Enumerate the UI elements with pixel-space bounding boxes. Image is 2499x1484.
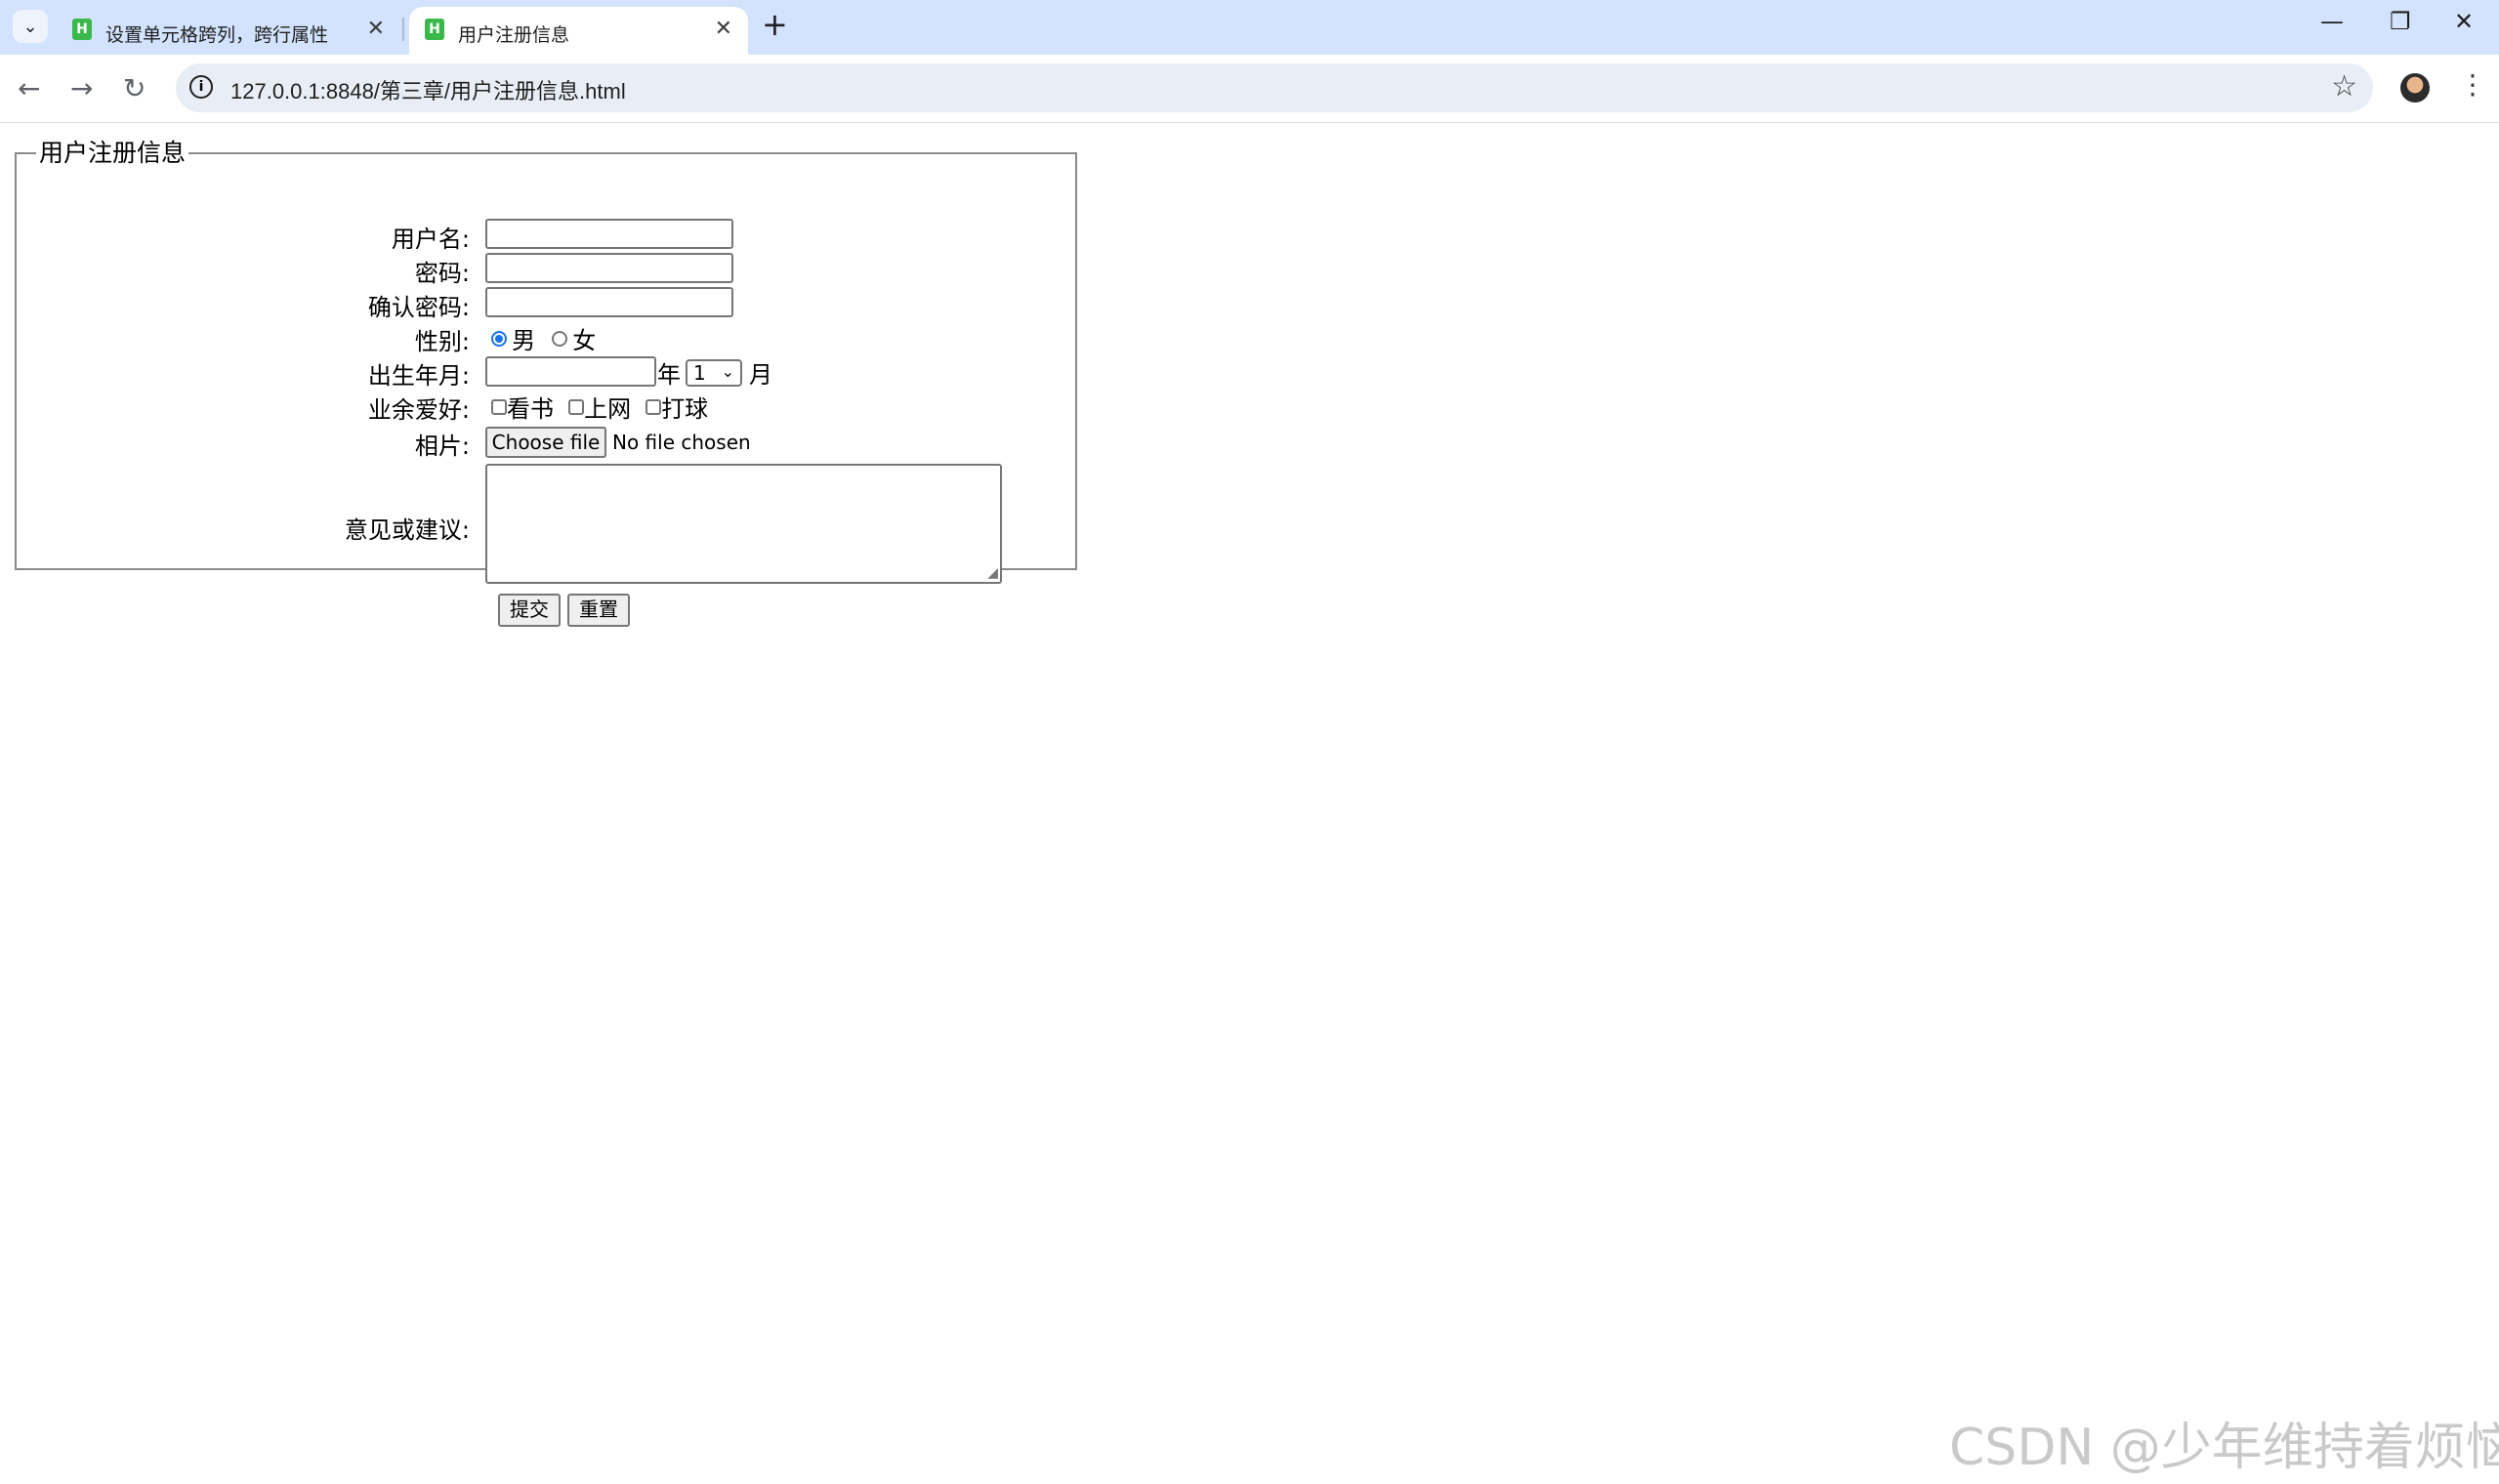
gender-group: 男 女 — [491, 321, 596, 355]
page-content: 用户注册信息 用户名: 密码: 确认密码: 性别: 出生年月: 业余爱好: 相片… — [0, 123, 2499, 1484]
reload-icon[interactable]: ↻ — [123, 72, 146, 104]
hbuilder-favicon-icon: H — [72, 19, 92, 40]
reset-button[interactable]: 重置 — [567, 594, 630, 627]
confirm-password-label: 确认密码: — [367, 294, 470, 321]
gender-male-radio[interactable] — [491, 330, 507, 347]
url-text[interactable]: 127.0.0.1:8848/第三章/用户注册信息.html — [230, 74, 626, 105]
forward-icon[interactable]: → — [70, 72, 93, 104]
hobby-group: 看书 上网 打球 — [491, 390, 708, 424]
fieldset-legend: 用户注册信息 — [39, 139, 187, 167]
restore-icon[interactable]: ❐ — [2390, 8, 2411, 35]
window-close-icon[interactable]: ✕ — [2454, 8, 2474, 35]
site-info-icon[interactable]: i — [189, 75, 213, 99]
hobby-label: 业余爱好: — [367, 396, 470, 424]
choose-file-button[interactable]: Choose file — [485, 427, 606, 458]
month-suffix: 月 — [749, 361, 772, 389]
back-icon[interactable]: ← — [18, 72, 40, 104]
watermark: CSDN @少年维持着烦恼. — [1949, 1419, 2499, 1477]
birth-year-input[interactable] — [485, 356, 656, 387]
gender-female-label: 女 — [572, 327, 597, 354]
profile-avatar[interactable] — [2400, 73, 2430, 103]
address-bar[interactable]: i 127.0.0.1:8848/第三章/用户注册信息.html ☆ — [176, 63, 2373, 112]
gender-female-radio[interactable] — [552, 330, 568, 347]
gender-label: 性别: — [414, 328, 470, 355]
password-input[interactable] — [485, 253, 733, 283]
year-suffix: 年 — [657, 361, 681, 389]
hobby-reading-label: 看书 — [507, 395, 554, 423]
chevron-down-icon: ⌄ — [721, 362, 734, 381]
birth-label: 出生年月: — [367, 362, 470, 390]
hobby-internet-checkbox[interactable] — [568, 398, 585, 415]
comment-textarea[interactable]: ◢ — [485, 464, 1002, 584]
tab-title: 设置单元格跨列，跨行属性 — [105, 24, 329, 46]
tab-active[interactable]: H 用户注册信息 ✕ — [409, 7, 748, 55]
menu-kebab-icon[interactable]: ⋮ — [2459, 68, 2486, 101]
tab-search-button[interactable]: ⌄ — [13, 10, 48, 43]
hbuilder-favicon-icon: H — [425, 19, 444, 40]
tab-title: 用户注册信息 — [458, 24, 570, 46]
tab-inactive[interactable]: H 设置单元格跨列，跨行属性 ✕ — [57, 7, 400, 55]
minimize-icon[interactable]: — — [2320, 8, 2344, 35]
hobby-ball-checkbox[interactable] — [646, 398, 662, 415]
month-select[interactable]: 1 ⌄ — [686, 359, 742, 387]
username-input[interactable] — [485, 219, 733, 249]
hobby-reading-checkbox[interactable] — [491, 398, 507, 415]
registration-fieldset: 用户注册信息 用户名: 密码: 确认密码: 性别: 出生年月: 业余爱好: 相片… — [15, 139, 1077, 627]
close-icon[interactable]: ✕ — [715, 17, 732, 41]
file-status: No file chosen — [612, 431, 751, 454]
browser-toolbar: ← → ↻ i 127.0.0.1:8848/第三章/用户注册信息.html ☆… — [0, 55, 2499, 123]
tab-divider — [402, 18, 404, 41]
resize-grip-icon[interactable]: ◢ — [987, 565, 998, 581]
bookmark-star-icon[interactable]: ☆ — [2331, 69, 2357, 103]
gender-male-label: 男 — [512, 327, 536, 354]
comment-label: 意见或建议: — [344, 516, 470, 544]
submit-button[interactable]: 提交 — [498, 594, 561, 627]
close-icon[interactable]: ✕ — [367, 17, 385, 41]
confirm-password-input[interactable] — [485, 287, 733, 317]
password-label: 密码: — [414, 260, 470, 287]
month-value: 1 — [693, 361, 706, 385]
hobby-internet-label: 上网 — [584, 395, 632, 423]
photo-label: 相片: — [414, 433, 470, 460]
hobby-ball-label: 打球 — [661, 395, 709, 423]
username-label: 用户名: — [391, 226, 470, 253]
tab-strip: ⌄ H 设置单元格跨列，跨行属性 ✕ H 用户注册信息 ✕ + — ❐ ✕ — [0, 0, 2499, 55]
new-tab-icon[interactable]: + — [762, 6, 788, 43]
